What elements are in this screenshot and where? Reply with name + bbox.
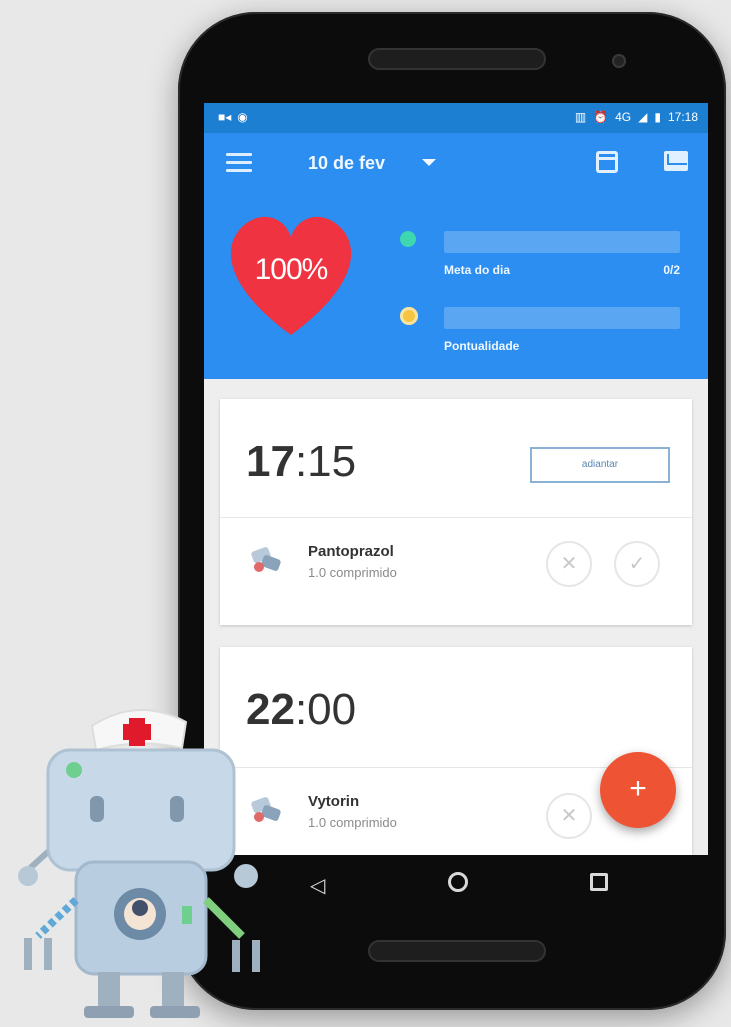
- nurse-robot-mascot: [14, 700, 274, 1020]
- mail-icon[interactable]: [664, 151, 688, 171]
- dose-time: 17:15: [246, 437, 357, 486]
- card-divider: [220, 517, 692, 518]
- advance-button[interactable]: adiantar: [530, 447, 670, 483]
- network-4g-icon: 4G: [615, 110, 632, 124]
- schedule-card-1715: 17:15 adiantar Pantoprazol 1.0 comprimid…: [220, 399, 692, 625]
- caret-down-icon[interactable]: [422, 159, 436, 166]
- menu-icon[interactable]: [226, 153, 252, 173]
- medicine-dose: 1.0 comprimido: [308, 565, 397, 580]
- take-dose-button[interactable]: ✓: [614, 541, 660, 587]
- app-screen: ■◂ ◉ ▥ ⏰ 4G ◢ ▮ 17:18 10 de fev 100% Met…: [204, 103, 708, 855]
- status-time: 17:18: [667, 110, 698, 124]
- front-camera: [612, 54, 626, 68]
- earpiece-speaker: [368, 48, 546, 70]
- vibrate-icon: ▥: [574, 110, 587, 124]
- alarm-icon: ⏰: [593, 110, 609, 124]
- close-icon: ✕: [560, 805, 578, 827]
- skip-dose-button[interactable]: ✕: [546, 541, 592, 587]
- bottom-speaker: [368, 940, 546, 962]
- back-icon[interactable]: ◁: [310, 873, 325, 898]
- medicine-name: Pantoprazol: [308, 543, 394, 560]
- goal-label: Meta do dia: [444, 263, 511, 277]
- calendar-icon[interactable]: [596, 151, 618, 173]
- skip-dose-button[interactable]: ✕: [546, 793, 592, 839]
- medicine-name: Vytorin: [308, 793, 360, 810]
- punctuality-indicator-icon: [400, 307, 418, 325]
- android-nav-bar: ◁: [204, 855, 708, 915]
- medicine-dose: 1.0 comprimido: [308, 815, 397, 830]
- heart-score: 100%: [226, 207, 376, 345]
- pill-icon: [250, 545, 284, 575]
- close-icon: ✕: [560, 553, 578, 575]
- date-selector[interactable]: 10 de fev: [308, 153, 385, 174]
- battery-icon: ▮: [654, 110, 661, 124]
- plus-icon: +: [629, 772, 647, 805]
- daily-summary: 100% Meta do dia 0/2 Pontualidade: [204, 195, 708, 379]
- recent-apps-icon[interactable]: [590, 873, 608, 891]
- wifi-icon: ◉: [237, 110, 248, 124]
- status-bar: ■◂ ◉ ▥ ⏰ 4G ◢ ▮ 17:18: [204, 103, 708, 133]
- add-medicine-fab[interactable]: +: [600, 752, 676, 828]
- goal-indicator-icon: [400, 231, 416, 247]
- video-icon: ■◂: [218, 110, 232, 124]
- goal-progress-bar: [444, 231, 680, 253]
- home-icon[interactable]: [448, 872, 468, 892]
- punctuality-progress-bar: [444, 307, 680, 329]
- goal-count: 0/2: [663, 263, 680, 277]
- app-bar: 10 de fev: [204, 133, 708, 195]
- check-icon: ✓: [628, 553, 646, 575]
- punctuality-label: Pontualidade: [444, 339, 520, 353]
- signal-icon: ◢: [638, 110, 648, 124]
- heart-percentage: 100%: [254, 253, 329, 286]
